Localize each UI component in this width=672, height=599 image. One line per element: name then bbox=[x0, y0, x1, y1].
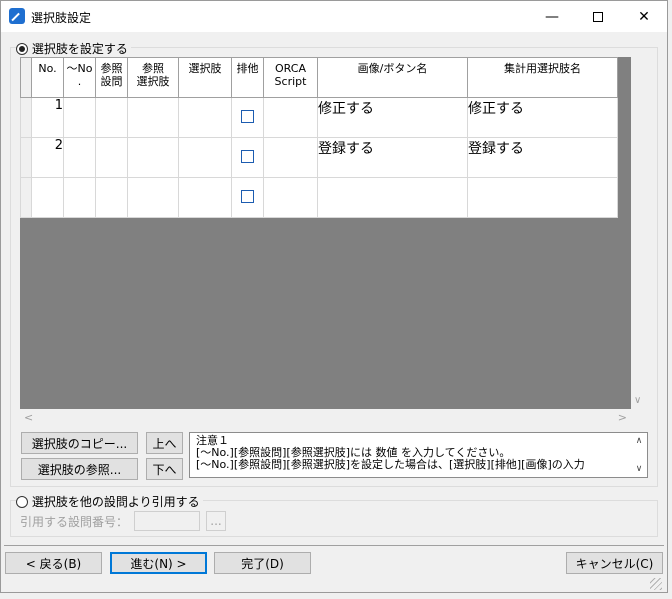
col-header-option[interactable]: 選択肢 bbox=[178, 57, 232, 98]
cell-ref-question[interactable] bbox=[95, 177, 128, 218]
maximize-button[interactable] bbox=[575, 1, 621, 32]
header-label: 参照 設問 bbox=[100, 62, 123, 88]
radio-unselected-icon[interactable] bbox=[16, 496, 28, 508]
ref-question-label: 引用する設問番号： bbox=[20, 515, 129, 529]
cell-exclusive[interactable] bbox=[231, 97, 264, 138]
col-header-exclusive[interactable]: 排他 bbox=[231, 57, 264, 98]
cell-ref-question[interactable] bbox=[95, 97, 128, 138]
cell-tilde-no[interactable] bbox=[63, 97, 96, 138]
cell-ref-option[interactable] bbox=[127, 177, 179, 218]
maximize-icon bbox=[593, 11, 603, 22]
app-pencil-icon bbox=[9, 8, 25, 24]
back-button[interactable]: < 戻る(B) bbox=[5, 552, 102, 574]
hscroll-left-icon[interactable]: < bbox=[24, 411, 33, 424]
cell-ref-option[interactable] bbox=[127, 137, 179, 178]
radio-quote-options[interactable]: 選択肢を他の設問より引用する bbox=[16, 493, 203, 510]
row-header[interactable] bbox=[20, 177, 32, 218]
grid-hscrollbar[interactable]: < > bbox=[20, 409, 631, 426]
header-label: ORCA Script bbox=[274, 62, 307, 88]
cell-image-button[interactable]: 修正する bbox=[317, 97, 468, 138]
col-header-tilde-no[interactable]: ～No. bbox=[63, 57, 96, 98]
table-row[interactable]: 1 修正する 修正する bbox=[20, 97, 618, 138]
col-header-image-button[interactable]: 画像/ボタン名 bbox=[317, 57, 468, 98]
copy-options-button[interactable]: 選択肢のコピー... bbox=[21, 432, 138, 454]
grid-vscroll-down-icon[interactable]: ∨ bbox=[634, 395, 641, 406]
scroll-up-icon[interactable]: ∧ bbox=[636, 435, 643, 447]
exclusive-checkbox[interactable] bbox=[241, 190, 254, 203]
cell-agg-name[interactable]: 修正する bbox=[467, 97, 618, 138]
next-button[interactable]: 進む(N) > bbox=[110, 552, 207, 574]
cell-agg-name[interactable]: 登録する bbox=[467, 137, 618, 178]
cell-orca-script[interactable] bbox=[263, 97, 318, 138]
row-header-corner bbox=[20, 57, 32, 98]
cell-image-button[interactable]: 登録する bbox=[317, 137, 468, 178]
cell-exclusive[interactable] bbox=[231, 177, 264, 218]
cell-no[interactable]: 2 bbox=[31, 137, 64, 178]
notes-textbox[interactable]: 注意１ [～No.][参照設問][参照選択肢]には 数値 を入力してください。 … bbox=[189, 432, 648, 478]
radio-set-options-label: 選択肢を設定する bbox=[31, 42, 128, 56]
ref-question-input[interactable] bbox=[134, 511, 200, 531]
row-header[interactable] bbox=[20, 97, 32, 138]
move-down-button[interactable]: 下へ bbox=[146, 458, 183, 480]
radio-set-options[interactable]: 選択肢を設定する bbox=[16, 40, 131, 57]
col-header-orca-script[interactable]: ORCA Script bbox=[263, 57, 318, 98]
cell-ref-question[interactable] bbox=[95, 137, 128, 178]
table-row[interactable]: 2 登録する 登録する bbox=[20, 137, 618, 178]
cell-option[interactable] bbox=[178, 97, 232, 138]
cell-no[interactable] bbox=[31, 177, 64, 218]
col-header-agg-name[interactable]: 集計用選択肢名 bbox=[467, 57, 618, 98]
header-label: 参照 選択肢 bbox=[136, 62, 170, 88]
cell-option[interactable] bbox=[178, 137, 232, 178]
col-header-ref-option[interactable]: 参照 選択肢 bbox=[127, 57, 179, 98]
grid-header-row: No. ～No. 参照 設問 参照 選択肢 選択肢 排他 ORCA Script 画像… bbox=[20, 57, 618, 98]
radio-quote-options-label: 選択肢を他の設問より引用する bbox=[31, 495, 200, 509]
col-header-no[interactable]: No. bbox=[31, 57, 64, 98]
table-row[interactable] bbox=[20, 177, 618, 218]
cell-tilde-no[interactable] bbox=[63, 177, 96, 218]
col-header-ref-question[interactable]: 参照 設問 bbox=[95, 57, 128, 98]
radio-selected-icon[interactable] bbox=[16, 43, 28, 55]
cell-image-button[interactable] bbox=[317, 177, 468, 218]
cell-orca-script[interactable] bbox=[263, 177, 318, 218]
cell-no[interactable]: 1 bbox=[31, 97, 64, 138]
cell-exclusive[interactable] bbox=[231, 137, 264, 178]
move-up-button[interactable]: 上へ bbox=[146, 432, 183, 454]
window-title: 選択肢設定 bbox=[31, 11, 92, 25]
browse-button[interactable]: ... bbox=[206, 511, 226, 531]
exclusive-checkbox[interactable] bbox=[241, 150, 254, 163]
title-bar: 選択肢設定 — ✕ bbox=[1, 1, 667, 32]
options-table: No. ～No. 参照 設問 参照 選択肢 選択肢 排他 ORCA Script 画像… bbox=[20, 57, 618, 218]
finish-button[interactable]: 完了(D) bbox=[214, 552, 311, 574]
notes-scrollbar[interactable]: ∧ ∨ bbox=[633, 435, 645, 475]
hscroll-right-icon[interactable]: > bbox=[618, 411, 627, 424]
cell-orca-script[interactable] bbox=[263, 137, 318, 178]
cell-tilde-no[interactable] bbox=[63, 137, 96, 178]
cell-agg-name[interactable] bbox=[467, 177, 618, 218]
options-grid[interactable]: No. ～No. 参照 設問 参照 選択肢 選択肢 排他 ORCA Script 画像… bbox=[20, 57, 631, 409]
minimize-button[interactable]: — bbox=[529, 1, 575, 32]
scroll-down-icon[interactable]: ∨ bbox=[636, 463, 643, 475]
cell-option[interactable] bbox=[178, 177, 232, 218]
row-header[interactable] bbox=[20, 137, 32, 178]
close-button[interactable]: ✕ bbox=[621, 1, 667, 32]
exclusive-checkbox[interactable] bbox=[241, 110, 254, 123]
resize-grip-icon[interactable] bbox=[650, 578, 662, 590]
cancel-button[interactable]: キャンセル(C) bbox=[566, 552, 663, 574]
reference-options-button[interactable]: 選択肢の参照... bbox=[21, 458, 138, 480]
divider bbox=[4, 545, 664, 546]
cell-ref-option[interactable] bbox=[127, 97, 179, 138]
notes-line: [～No.][参照設問][参照選択肢]を設定した場合は、[選択肢][排他][画像… bbox=[196, 458, 585, 471]
header-label: ～No. bbox=[66, 62, 93, 88]
